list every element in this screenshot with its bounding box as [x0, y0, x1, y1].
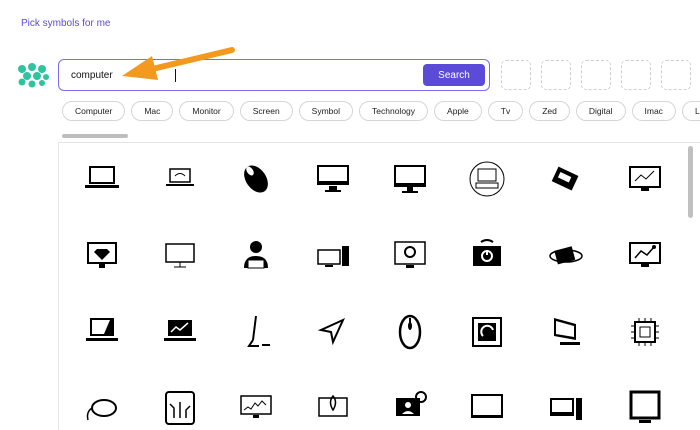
logo-icon [18, 63, 49, 88]
monitor-power-icon[interactable] [467, 236, 507, 276]
tag-lcd[interactable]: Lcd [681, 101, 700, 121]
tag-monitor[interactable]: Monitor [179, 101, 234, 121]
vertical-scrollbar[interactable] [688, 146, 693, 218]
desktop-pc-icon[interactable] [546, 388, 586, 428]
tag-digital[interactable]: Digital [575, 101, 626, 121]
desktop-angle-icon[interactable] [546, 312, 586, 352]
tag-list: Computer Mac Monitor Screen Symbol Technology… [62, 101, 700, 123]
tv-screen-icon[interactable] [467, 388, 507, 428]
monitor-outline-icon[interactable] [160, 236, 200, 276]
search-input[interactable] [71, 67, 401, 83]
mouse-top-icon[interactable] [390, 312, 430, 352]
pick-symbols-link[interactable]: Pick symbols for me [21, 18, 110, 29]
tag-symbol[interactable]: Symbol [298, 101, 354, 121]
circuit-board-icon[interactable] [546, 159, 586, 199]
laptop-user-icon[interactable] [390, 388, 430, 428]
text-cursor [175, 69, 176, 82]
monitor-gear-icon[interactable] [390, 236, 430, 276]
symbol-slot[interactable] [621, 60, 651, 90]
desktop-tower-icon[interactable] [313, 236, 353, 276]
cpu-chip-icon[interactable] [467, 312, 507, 352]
processor-icon[interactable] [625, 312, 665, 352]
computer-mouse-icon[interactable] [236, 159, 276, 199]
tag-mac[interactable]: Mac [131, 101, 174, 121]
tag-apple[interactable]: Apple [434, 101, 482, 121]
square-monitor-icon[interactable] [625, 388, 665, 428]
person-laptop-icon[interactable] [236, 236, 276, 276]
symbol-slot[interactable] [661, 60, 691, 90]
diamond-monitor-icon[interactable] [82, 236, 122, 276]
retro-computer-icon[interactable] [467, 159, 507, 199]
monitor-line-chart-icon[interactable] [625, 236, 665, 276]
circuit-icon[interactable] [160, 388, 200, 428]
search-bar: Search [58, 59, 490, 91]
tag-computer[interactable]: Computer [62, 101, 126, 121]
symbol-slot[interactable] [581, 60, 611, 90]
tag-tv[interactable]: Tv [487, 101, 524, 121]
monitor-chart-icon[interactable] [625, 159, 665, 199]
cursor-arrow-icon[interactable] [313, 312, 353, 352]
results-grid [58, 142, 700, 430]
mouse-cable-icon[interactable] [82, 388, 122, 428]
symbol-slot[interactable] [541, 60, 571, 90]
imac-side-icon[interactable] [236, 312, 276, 352]
imac-icon[interactable] [390, 159, 430, 199]
tag-technology[interactable]: Technology [359, 101, 429, 121]
laptop-wifi-icon[interactable] [160, 159, 200, 199]
horizontal-scrollbar[interactable] [62, 134, 128, 138]
laptop-icon[interactable] [82, 159, 122, 199]
tag-screen[interactable]: Screen [239, 101, 293, 121]
monitor-icon[interactable] [313, 159, 353, 199]
tag-zed[interactable]: Zed [529, 101, 570, 121]
symbol-slot[interactable] [501, 60, 531, 90]
tag-imac[interactable]: Imac [631, 101, 676, 121]
laptop-chart-icon[interactable] [160, 312, 200, 352]
monitor-stock-icon[interactable] [236, 388, 276, 428]
search-button[interactable]: Search [423, 64, 485, 86]
laptop-open-icon[interactable] [82, 312, 122, 352]
computer-orbit-icon[interactable] [546, 236, 586, 276]
monitor-rocket-icon[interactable] [313, 388, 353, 428]
